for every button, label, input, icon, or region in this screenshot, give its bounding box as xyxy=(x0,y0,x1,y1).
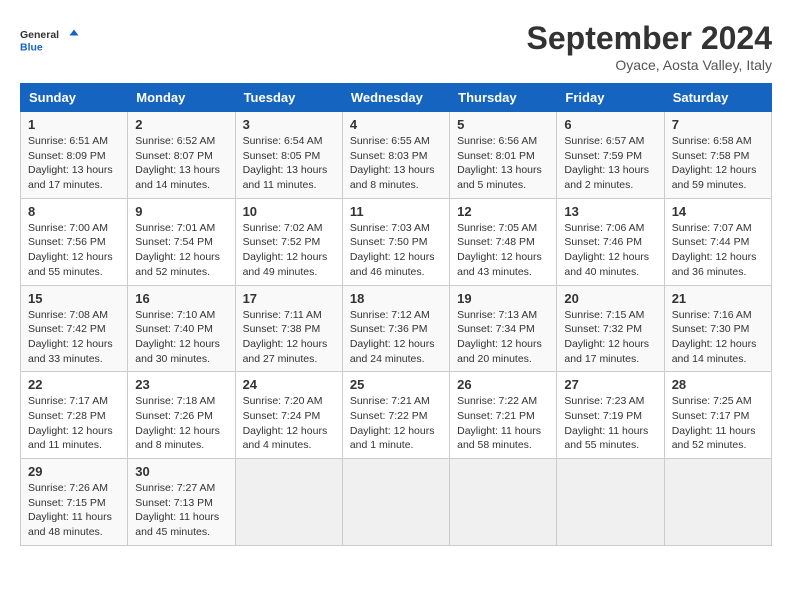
week-row-3: 15 Sunrise: 7:08 AMSunset: 7:42 PMDaylig… xyxy=(21,285,772,372)
day-cell-22: 22 Sunrise: 7:17 AMSunset: 7:28 PMDaylig… xyxy=(21,372,128,459)
day-cell-26: 26 Sunrise: 7:22 AMSunset: 7:21 PMDaylig… xyxy=(450,372,557,459)
day-cell-24: 24 Sunrise: 7:20 AMSunset: 7:24 PMDaylig… xyxy=(235,372,342,459)
header-monday: Monday xyxy=(128,84,235,112)
day-cell-3: 3 Sunrise: 6:54 AMSunset: 8:05 PMDayligh… xyxy=(235,112,342,199)
location: Oyace, Aosta Valley, Italy xyxy=(527,57,772,73)
day-cell-10: 10 Sunrise: 7:02 AMSunset: 7:52 PMDaylig… xyxy=(235,198,342,285)
day-cell-16: 16 Sunrise: 7:10 AMSunset: 7:40 PMDaylig… xyxy=(128,285,235,372)
day-cell-7: 7 Sunrise: 6:58 AMSunset: 7:58 PMDayligh… xyxy=(664,112,771,199)
day-cell-19: 19 Sunrise: 7:13 AMSunset: 7:34 PMDaylig… xyxy=(450,285,557,372)
day-cell-2: 2 Sunrise: 6:52 AMSunset: 8:07 PMDayligh… xyxy=(128,112,235,199)
day-cell-4: 4 Sunrise: 6:55 AMSunset: 8:03 PMDayligh… xyxy=(342,112,449,199)
week-row-2: 8 Sunrise: 7:00 AMSunset: 7:56 PMDayligh… xyxy=(21,198,772,285)
logo-icon: General Blue xyxy=(20,20,80,60)
day-cell-empty-1 xyxy=(235,459,342,546)
day-cell-20: 20 Sunrise: 7:15 AMSunset: 7:32 PMDaylig… xyxy=(557,285,664,372)
header-wednesday: Wednesday xyxy=(342,84,449,112)
calendar-table: Sunday Monday Tuesday Wednesday Thursday… xyxy=(20,83,772,546)
svg-text:General: General xyxy=(20,29,59,41)
day-cell-14: 14 Sunrise: 7:07 AMSunset: 7:44 PMDaylig… xyxy=(664,198,771,285)
page-header: General Blue September 2024 Oyace, Aosta… xyxy=(20,20,772,73)
header-tuesday: Tuesday xyxy=(235,84,342,112)
day-cell-30: 30 Sunrise: 7:27 AMSunset: 7:13 PMDaylig… xyxy=(128,459,235,546)
day-cell-6: 6 Sunrise: 6:57 AMSunset: 7:59 PMDayligh… xyxy=(557,112,664,199)
day-cell-empty-4 xyxy=(557,459,664,546)
day-cell-25: 25 Sunrise: 7:21 AMSunset: 7:22 PMDaylig… xyxy=(342,372,449,459)
day-cell-empty-5 xyxy=(664,459,771,546)
day-cell-18: 18 Sunrise: 7:12 AMSunset: 7:36 PMDaylig… xyxy=(342,285,449,372)
day-cell-27: 27 Sunrise: 7:23 AMSunset: 7:19 PMDaylig… xyxy=(557,372,664,459)
day-cell-15: 15 Sunrise: 7:08 AMSunset: 7:42 PMDaylig… xyxy=(21,285,128,372)
svg-text:Blue: Blue xyxy=(20,42,43,54)
month-title: September 2024 xyxy=(527,20,772,57)
day-cell-17: 17 Sunrise: 7:11 AMSunset: 7:38 PMDaylig… xyxy=(235,285,342,372)
day-cell-28: 28 Sunrise: 7:25 AMSunset: 7:17 PMDaylig… xyxy=(664,372,771,459)
week-row-1: 1 Sunrise: 6:51 AMSunset: 8:09 PMDayligh… xyxy=(21,112,772,199)
header-friday: Friday xyxy=(557,84,664,112)
title-block: September 2024 Oyace, Aosta Valley, Ital… xyxy=(527,20,772,73)
week-row-4: 22 Sunrise: 7:17 AMSunset: 7:28 PMDaylig… xyxy=(21,372,772,459)
day-cell-21: 21 Sunrise: 7:16 AMSunset: 7:30 PMDaylig… xyxy=(664,285,771,372)
day-cell-12: 12 Sunrise: 7:05 AMSunset: 7:48 PMDaylig… xyxy=(450,198,557,285)
day-cell-29: 29 Sunrise: 7:26 AMSunset: 7:15 PMDaylig… xyxy=(21,459,128,546)
day-cell-13: 13 Sunrise: 7:06 AMSunset: 7:46 PMDaylig… xyxy=(557,198,664,285)
day-cell-11: 11 Sunrise: 7:03 AMSunset: 7:50 PMDaylig… xyxy=(342,198,449,285)
day-cell-8: 8 Sunrise: 7:00 AMSunset: 7:56 PMDayligh… xyxy=(21,198,128,285)
header-thursday: Thursday xyxy=(450,84,557,112)
day-cell-1: 1 Sunrise: 6:51 AMSunset: 8:09 PMDayligh… xyxy=(21,112,128,199)
header-saturday: Saturday xyxy=(664,84,771,112)
day-cell-23: 23 Sunrise: 7:18 AMSunset: 7:26 PMDaylig… xyxy=(128,372,235,459)
day-cell-empty-3 xyxy=(450,459,557,546)
logo: General Blue xyxy=(20,20,80,60)
calendar-header-row: Sunday Monday Tuesday Wednesday Thursday… xyxy=(21,84,772,112)
day-cell-empty-2 xyxy=(342,459,449,546)
header-sunday: Sunday xyxy=(21,84,128,112)
day-cell-9: 9 Sunrise: 7:01 AMSunset: 7:54 PMDayligh… xyxy=(128,198,235,285)
week-row-5: 29 Sunrise: 7:26 AMSunset: 7:15 PMDaylig… xyxy=(21,459,772,546)
day-cell-5: 5 Sunrise: 6:56 AMSunset: 8:01 PMDayligh… xyxy=(450,112,557,199)
